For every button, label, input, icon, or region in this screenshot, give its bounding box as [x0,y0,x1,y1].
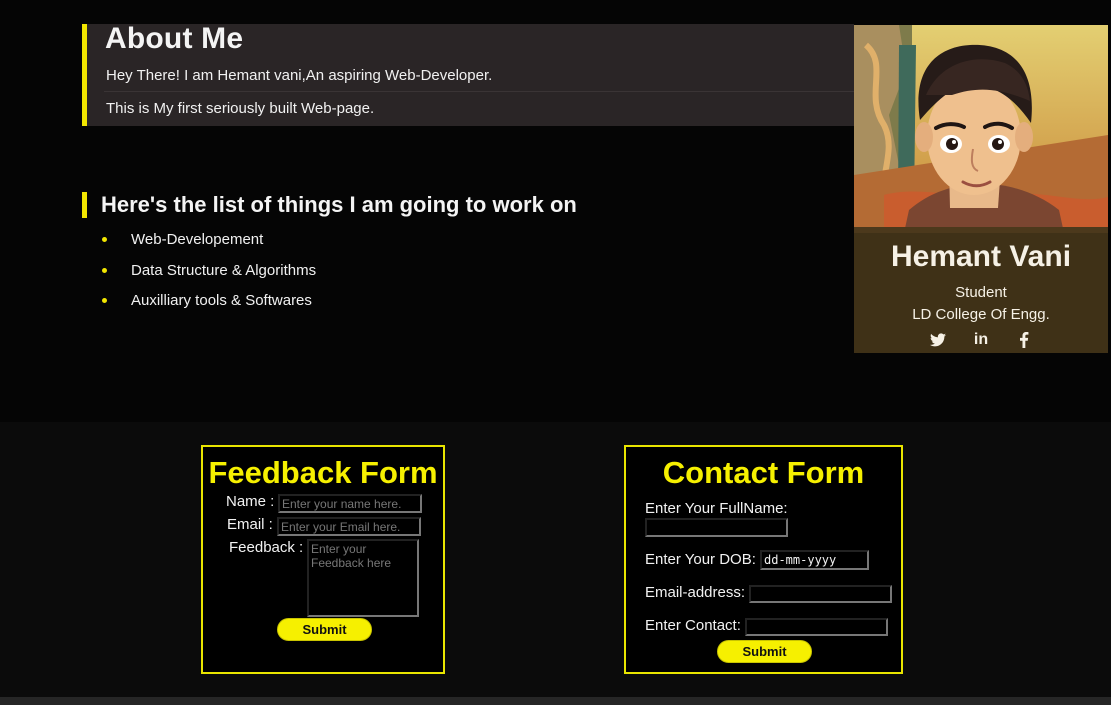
fullname-label: Enter Your FullName: [645,500,788,517]
list-item-label: Auxilliary tools & Softwares [131,292,312,309]
forms-section [0,422,1111,697]
avatar [854,25,1108,233]
feedback-name-label: Name : [226,493,275,510]
bullet-icon [102,298,107,303]
profile-name: Hemant Vani [890,240,1072,273]
work-list-heading: Here's the list of things I am going to … [82,192,577,218]
feedback-form: Feedback Form Name : Email : Feedback : … [201,445,445,674]
list-item: Auxilliary tools & Softwares [100,290,316,321]
contact-input[interactable] [745,618,888,636]
bullet-icon [102,267,107,273]
top-section: About Me Hey There! I am Hemant vani,An … [0,0,1111,422]
feedback-name-input[interactable] [278,494,422,513]
about-panel: About Me Hey There! I am Hemant vani,An … [82,22,854,126]
about-intro-text: Hey There! I am Hemant vani,An aspiring … [106,67,493,84]
dob-input[interactable] [760,550,869,570]
feedback-submit-button[interactable]: Submit [277,618,372,641]
contact-form-title: Contact Form [662,455,865,490]
feedback-textarea[interactable] [307,539,419,617]
email-address-label: Email-address: [645,584,746,601]
facebook-icon[interactable] [1016,331,1033,348]
about-divider [104,91,854,92]
fullname-input[interactable] [645,518,788,537]
feedback-form-title: Feedback Form [208,455,438,490]
twitter-icon[interactable] [930,331,947,348]
contact-label: Enter Contact: [645,617,741,634]
contact-form: Contact Form Enter Your FullName: Enter … [624,445,903,674]
bullet-icon [102,237,107,242]
feedback-email-input[interactable] [277,517,421,536]
footer-strip [0,697,1111,705]
about-title: About Me [105,22,244,55]
email-address-input[interactable] [749,585,892,603]
social-links: in [854,331,1108,348]
linkedin-icon[interactable]: in [973,331,990,348]
list-item: Data Structure & Algorithms [100,260,316,291]
feedback-label: Feedback : [229,539,304,556]
profile-college: LD College Of Engg. [912,306,1050,323]
list-item: Web-Developement [100,229,316,260]
work-list: Web-Developement Data Structure & Algori… [100,229,316,321]
list-item-label: Data Structure & Algorithms [131,261,317,279]
list-item-label: Web-Developement [131,231,264,248]
about-webpage-text: This is My first seriously built Web-pag… [106,100,375,117]
feedback-email-label: Email : [227,516,273,533]
profile-role: Student [955,284,1007,301]
contact-submit-button[interactable]: Submit [717,640,812,663]
dob-label: Enter Your DOB: [645,551,756,568]
profile-card: Hemant Vani Student LD College Of Engg. … [854,25,1108,353]
